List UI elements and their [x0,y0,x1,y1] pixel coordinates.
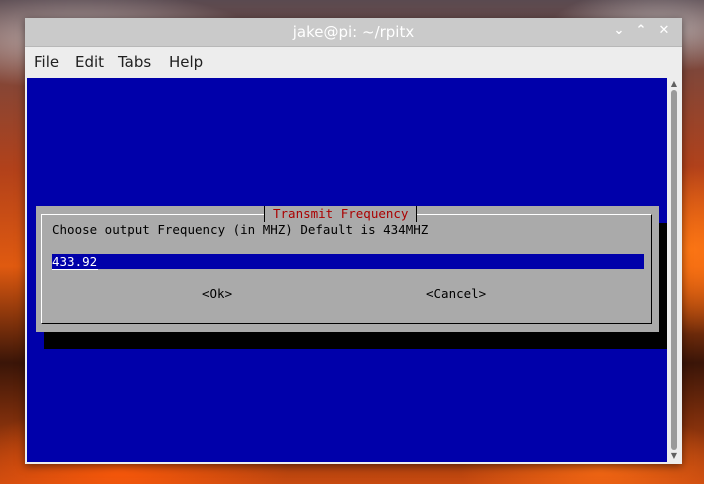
close-icon[interactable]: ✕ [656,23,672,39]
menu-file[interactable]: File [34,53,59,71]
cancel-button[interactable]: <Cancel> [426,286,486,302]
minimize-icon[interactable]: ⌄ [611,23,627,39]
ok-button[interactable]: <Ok> [202,286,232,302]
frequency-input-value: 433.92 [52,254,99,270]
menu-help[interactable]: Help [169,53,203,71]
terminal-area[interactable]: Transmit Frequency Choose output Frequen… [27,78,667,462]
scroll-thumb[interactable] [671,90,677,450]
scroll-down-icon[interactable]: ▼ [668,450,680,462]
dialog-prompt: Choose output Frequency (in MHZ) Default… [52,222,429,237]
scroll-up-icon[interactable]: ▲ [668,78,680,90]
title-bar[interactable]: jake@pi: ~/rpitx ⌄ ⌃ ✕ [25,18,682,47]
menu-edit[interactable]: Edit [75,53,104,71]
menu-tabs[interactable]: Tabs [118,53,151,71]
scrollbar[interactable]: ▲ ▼ [668,78,680,462]
text-cursor [98,256,106,269]
menu-bar: File Edit Tabs Help [25,47,682,77]
window-title: jake@pi: ~/rpitx [292,23,415,41]
input-dialog: Transmit Frequency Choose output Frequen… [36,206,659,332]
maximize-icon[interactable]: ⌃ [633,23,649,39]
frequency-input[interactable]: 433.92 [52,254,644,270]
terminal-window: jake@pi: ~/rpitx ⌄ ⌃ ✕ File Edit Tabs He… [25,18,682,464]
dialog-title: Transmit Frequency [264,206,418,222]
